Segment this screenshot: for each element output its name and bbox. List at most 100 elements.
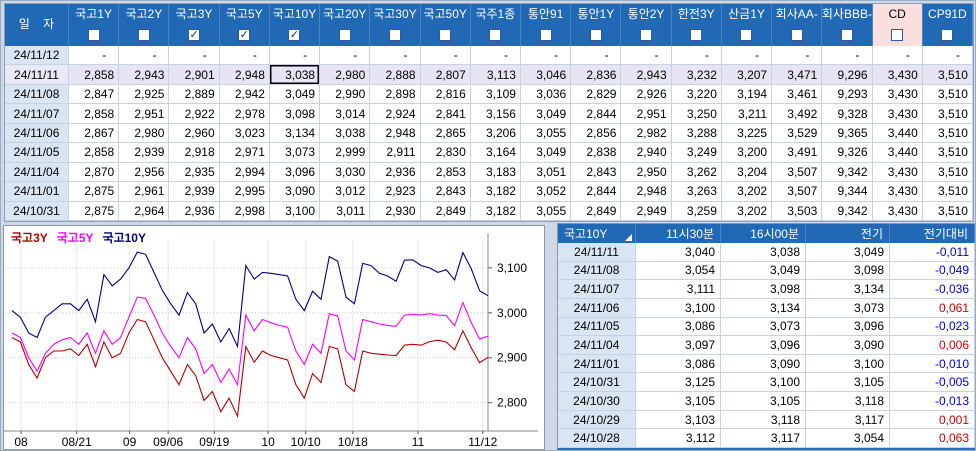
rate-cell[interactable]: 3,507 bbox=[772, 182, 823, 202]
rate-cell[interactable]: 3,430 bbox=[872, 162, 923, 183]
rate-cell[interactable]: 3,046 bbox=[520, 65, 572, 85]
column-checkbox-국고5Y[interactable]: ✓ bbox=[238, 29, 251, 41]
rate-cell[interactable]: 2,889 bbox=[169, 84, 220, 105]
rate-cell[interactable]: 3,510 bbox=[922, 182, 973, 202]
rate-cell[interactable]: 3,183 bbox=[470, 162, 521, 183]
rate-cell[interactable]: 2,865 bbox=[420, 123, 471, 144]
rate-cell[interactable]: - bbox=[721, 46, 773, 66]
column-checkbox-CP91D[interactable] bbox=[941, 29, 954, 41]
rate-cell[interactable]: 3,055 bbox=[520, 123, 572, 144]
column-checkbox-국고2Y[interactable] bbox=[137, 29, 150, 41]
rate-cell[interactable]: 3,038 bbox=[269, 65, 321, 85]
rate-cell[interactable]: 3,288 bbox=[671, 123, 722, 144]
rate-cell[interactable]: - bbox=[872, 46, 923, 66]
rate-cell[interactable]: 2,829 bbox=[571, 84, 622, 105]
rate-cell[interactable]: 3,098 bbox=[269, 104, 321, 124]
rate-cell[interactable]: 3,232 bbox=[671, 65, 722, 85]
rate-cell[interactable]: 2,964 bbox=[119, 201, 170, 221]
column-checkbox-CD[interactable] bbox=[891, 29, 904, 41]
column-checkbox-국고1Y[interactable] bbox=[87, 29, 100, 41]
rate-cell[interactable]: 2,925 bbox=[119, 84, 170, 105]
column-checkbox-통안2Y[interactable] bbox=[640, 29, 653, 41]
rate-cell[interactable]: 2,853 bbox=[420, 162, 471, 183]
rate-cell[interactable]: 3,156 bbox=[470, 104, 521, 124]
rate-cell[interactable]: 3,440 bbox=[872, 143, 923, 163]
column-checkbox-한전3Y[interactable] bbox=[690, 29, 703, 41]
rate-cell[interactable]: 2,898 bbox=[370, 84, 421, 105]
rate-cell[interactable]: 9,365 bbox=[822, 123, 873, 144]
rate-cell[interactable]: 2,943 bbox=[621, 65, 672, 85]
rate-cell[interactable]: 3,263 bbox=[671, 182, 722, 202]
rate-cell[interactable]: 3,014 bbox=[320, 104, 371, 124]
rate-cell[interactable]: 9,342 bbox=[822, 201, 873, 221]
rate-cell[interactable]: 2,849 bbox=[420, 201, 471, 221]
rate-cell[interactable]: 3,030 bbox=[320, 162, 371, 183]
rate-cell[interactable]: 3,262 bbox=[671, 162, 722, 183]
rate-cell[interactable]: - bbox=[219, 46, 270, 66]
rate-cell[interactable]: - bbox=[119, 46, 170, 66]
rate-cell[interactable]: 2,951 bbox=[621, 104, 672, 124]
rate-cell[interactable]: 3,430 bbox=[872, 84, 923, 105]
rate-cell[interactable]: 2,858 bbox=[69, 104, 120, 124]
rate-cell[interactable]: 3,430 bbox=[872, 201, 923, 221]
rate-cell[interactable]: 3,430 bbox=[872, 104, 923, 124]
rate-cell[interactable]: 3,202 bbox=[721, 201, 773, 221]
rate-cell[interactable]: 3,182 bbox=[470, 201, 521, 221]
rate-cell[interactable]: 2,943 bbox=[119, 65, 170, 85]
column-checkbox-통안1Y[interactable] bbox=[589, 29, 602, 41]
rate-cell[interactable]: 2,870 bbox=[69, 162, 120, 183]
rate-cell[interactable]: - bbox=[69, 46, 120, 66]
rate-cell[interactable]: - bbox=[922, 46, 973, 66]
rate-cell[interactable]: - bbox=[370, 46, 421, 66]
rate-cell[interactable]: - bbox=[420, 46, 471, 66]
rate-cell[interactable]: 2,807 bbox=[420, 65, 471, 85]
rate-cell[interactable]: - bbox=[169, 46, 220, 66]
rate-cell[interactable]: 2,838 bbox=[571, 143, 622, 163]
rate-cell[interactable]: 2,844 bbox=[571, 104, 622, 124]
column-checkbox-국고30Y[interactable] bbox=[388, 29, 401, 41]
rate-cell[interactable]: 2,998 bbox=[219, 201, 270, 221]
rate-cell[interactable]: 3,023 bbox=[219, 123, 270, 144]
rate-cell[interactable]: 3,507 bbox=[772, 162, 823, 183]
rate-cell[interactable]: 2,830 bbox=[420, 143, 471, 163]
column-checkbox-국고10Y[interactable]: ✓ bbox=[288, 29, 301, 41]
rate-cell[interactable]: 3,073 bbox=[269, 143, 321, 163]
rate-cell[interactable]: 2,841 bbox=[420, 104, 471, 124]
rate-cell[interactable]: 2,951 bbox=[119, 104, 170, 124]
rate-cell[interactable]: 3,430 bbox=[872, 65, 923, 85]
rate-cell[interactable]: 2,930 bbox=[370, 201, 421, 221]
rate-cell[interactable]: 2,980 bbox=[320, 65, 371, 85]
rate-cell[interactable]: 3,204 bbox=[721, 162, 773, 183]
rate-cell[interactable]: 3,249 bbox=[671, 143, 722, 163]
rate-cell[interactable]: 9,344 bbox=[822, 182, 873, 202]
rate-cell[interactable]: 3,052 bbox=[520, 182, 572, 202]
rate-cell[interactable]: 2,816 bbox=[420, 84, 471, 105]
rate-cell[interactable]: 3,038 bbox=[320, 123, 371, 144]
rate-cell[interactable]: - bbox=[571, 46, 622, 66]
rate-cell[interactable]: 3,096 bbox=[269, 162, 321, 183]
rate-cell[interactable]: 3,049 bbox=[520, 104, 572, 124]
rate-cell[interactable]: 3,510 bbox=[922, 65, 973, 85]
rate-cell[interactable]: 2,918 bbox=[169, 143, 220, 163]
rate-cell[interactable]: 3,510 bbox=[922, 201, 973, 221]
rate-cell[interactable]: 2,911 bbox=[370, 143, 421, 163]
rate-cell[interactable]: 3,134 bbox=[269, 123, 321, 144]
rate-cell[interactable]: 3,012 bbox=[320, 182, 371, 202]
rate-cell[interactable]: 3,011 bbox=[320, 201, 371, 221]
rate-cell[interactable]: 2,939 bbox=[119, 143, 170, 163]
rate-cell[interactable]: 3,207 bbox=[721, 65, 773, 85]
rate-cell[interactable]: 2,867 bbox=[69, 123, 120, 144]
rate-cell[interactable]: 2,875 bbox=[69, 201, 120, 221]
rate-cell[interactable]: 2,847 bbox=[69, 84, 120, 105]
rate-cell[interactable]: 3,113 bbox=[470, 65, 521, 85]
rate-cell[interactable]: 2,961 bbox=[119, 182, 170, 202]
quote-header-instrument[interactable]: 국고10Y bbox=[558, 224, 636, 243]
rate-cell[interactable]: 3,250 bbox=[671, 104, 722, 124]
rate-cell[interactable]: 2,942 bbox=[219, 84, 270, 105]
rate-cell[interactable]: - bbox=[520, 46, 572, 66]
rate-cell[interactable]: - bbox=[822, 46, 873, 66]
rate-cell[interactable]: 3,440 bbox=[872, 123, 923, 144]
rate-cell[interactable]: 3,049 bbox=[269, 84, 321, 105]
rate-cell[interactable]: - bbox=[320, 46, 371, 66]
rate-cell[interactable]: 9,296 bbox=[822, 65, 873, 85]
